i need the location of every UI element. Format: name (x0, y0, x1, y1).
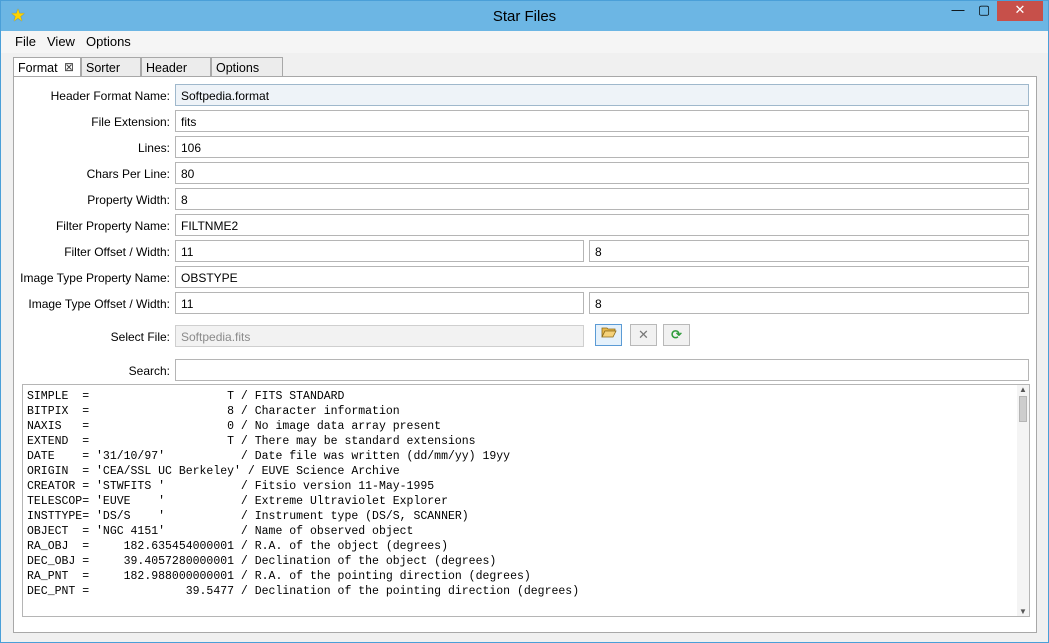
close-icon: ✕ (638, 327, 649, 342)
fits-header-lines: SIMPLE = T / FITS STANDARD BITPIX = 8 / C… (27, 389, 579, 599)
menu-file[interactable]: File (15, 34, 36, 49)
header-line: RA_OBJ = 182.635454000001 / R.A. of the … (27, 540, 448, 553)
window-title: Star Files (492, 8, 557, 25)
header-line: CREATOR = 'STWFITS ' / Fitsio version 11… (27, 480, 435, 493)
image-type-width-input[interactable]: 8 (589, 292, 1029, 314)
header-line: TELESCOP= 'EUVE ' / Extreme Ultraviolet … (27, 495, 448, 508)
maximize-button[interactable]: ▢ (971, 1, 997, 21)
menu-bar: File View Options (1, 31, 1048, 53)
filter-offset-input[interactable]: 11 (175, 240, 584, 262)
header-format-name-label: Header Format Name: (50, 89, 170, 103)
tab-sorter[interactable]: Sorter (81, 57, 141, 77)
scroll-thumb[interactable] (1019, 396, 1027, 422)
minimize-button[interactable]: — (945, 1, 971, 21)
close-tab-icon[interactable]: ⊠ (64, 60, 74, 74)
header-text-area[interactable]: SIMPLE = T / FITS STANDARD BITPIX = 8 / C… (22, 384, 1030, 617)
menu-options[interactable]: Options (86, 34, 131, 49)
folder-open-icon (600, 327, 617, 342)
header-line: SIMPLE = T / FITS STANDARD (27, 390, 345, 403)
header-line: DEC_OBJ = 39.4057280000001 / Declination… (27, 555, 497, 568)
header-line: DATE = '31/10/97' / Date file was writte… (27, 450, 511, 463)
image-type-offset-width-label: Image Type Offset / Width: (28, 297, 170, 311)
image-type-property-name-input[interactable]: OBSTYPE (175, 266, 1029, 288)
filter-offset-width-label: Filter Offset / Width: (64, 245, 170, 259)
lines-input[interactable]: 106 (175, 136, 1029, 158)
tab-format[interactable]: Format ⊠ (13, 57, 81, 78)
search-label: Search: (128, 364, 170, 378)
filter-width-input[interactable]: 8 (589, 240, 1029, 262)
refresh-icon: ⟳ (671, 327, 682, 342)
open-file-button[interactable] (595, 324, 622, 346)
file-extension-input[interactable]: fits (175, 110, 1029, 132)
header-line: RA_PNT = 182.988000000001 / R.A. of the … (27, 570, 531, 583)
image-type-property-name-label: Image Type Property Name: (20, 271, 170, 285)
property-width-label: Property Width: (87, 193, 170, 207)
close-window-button[interactable]: ✕ (997, 1, 1043, 21)
file-extension-label: File Extension: (91, 115, 170, 129)
image-type-offset-input[interactable]: 11 (175, 292, 584, 314)
refresh-button[interactable]: ⟳ (663, 324, 690, 346)
title-bar[interactable]: ★ Star Files — ▢ ✕ (1, 1, 1048, 31)
header-format-name-input[interactable]: Softpedia.format (175, 84, 1029, 106)
tab-format-label: Format (18, 61, 58, 75)
scroll-up-arrow-icon[interactable]: ▲ (1017, 385, 1029, 394)
select-file-label: Select File: (110, 330, 170, 344)
format-panel: Header Format Name: File Extension: Line… (13, 76, 1037, 633)
header-line: BITPIX = 8 / Character information (27, 405, 400, 418)
header-line: OBJECT = 'NGC 4151' / Name of observed o… (27, 525, 414, 538)
scroll-down-arrow-icon[interactable]: ▼ (1017, 607, 1029, 616)
filter-property-name-label: Filter Property Name: (55, 219, 170, 233)
header-line: INSTTYPE= 'DS/S ' / Instrument type (DS/… (27, 510, 469, 523)
header-line: DEC_PNT = 39.5477 / Declination of the p… (27, 585, 580, 598)
select-file-input[interactable]: Softpedia.fits (175, 325, 584, 347)
header-line: EXTEND = T / There may be standard exten… (27, 435, 476, 448)
vertical-scrollbar[interactable]: ▲ ▼ (1017, 385, 1029, 616)
tab-header[interactable]: Header (141, 57, 211, 77)
clear-file-button[interactable]: ✕ (630, 324, 657, 346)
search-input[interactable] (175, 359, 1029, 381)
header-line: ORIGIN = 'CEA/SSL UC Berkeley' / EUVE Sc… (27, 465, 400, 478)
chars-per-line-label: Chars Per Line: (86, 167, 170, 181)
filter-property-name-input[interactable]: FILTNME2 (175, 214, 1029, 236)
menu-view[interactable]: View (47, 34, 75, 49)
tab-options[interactable]: Options (211, 57, 283, 77)
lines-label: Lines: (137, 141, 170, 155)
chars-per-line-input[interactable]: 80 (175, 162, 1029, 184)
star-files-window: ★ Star Files — ▢ ✕ File View Options For… (0, 0, 1049, 643)
property-width-input[interactable]: 8 (175, 188, 1029, 210)
header-line: NAXIS = 0 / No image data array present (27, 420, 442, 433)
